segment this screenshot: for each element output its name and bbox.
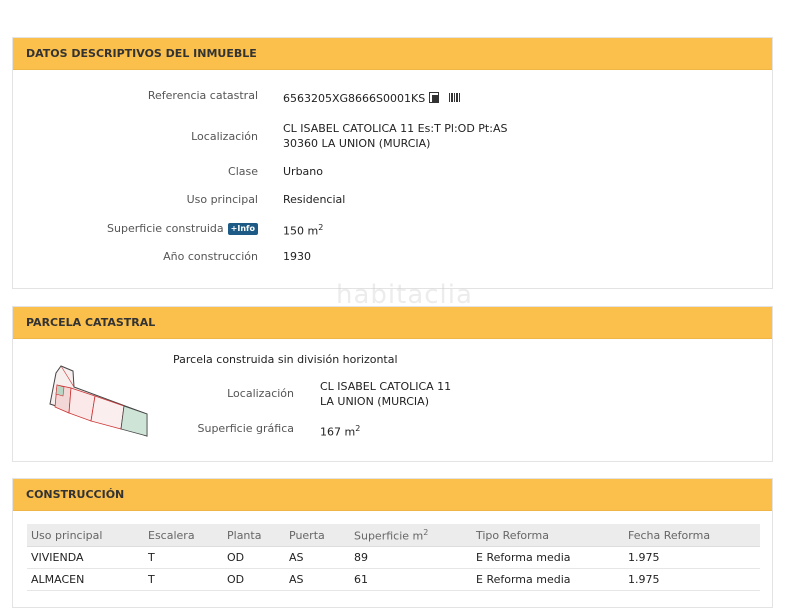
parcela-localizacion-label: Localización: [227, 387, 294, 400]
parcela-loc-line2: LA UNION (MURCIA): [320, 395, 429, 408]
localizacion-line1: CL ISABEL CATOLICA 11 Es:T Pl:OD Pt:AS: [283, 122, 508, 135]
table-row: VIVIENDA T OD AS 89 E Reforma media 1.97…: [27, 546, 760, 569]
cell-tipo-reforma: E Reforma media: [472, 546, 624, 569]
cell-tipo-reforma: E Reforma media: [472, 568, 624, 591]
col-puerta[interactable]: Puerta: [285, 524, 350, 547]
col-uso-principal[interactable]: Uso principal: [27, 524, 144, 547]
anio-value: 1930: [283, 250, 311, 263]
cell-escalera: T: [144, 546, 223, 569]
anio-label: Año construcción: [163, 250, 258, 263]
datos-descriptivos-panel: DATOS DESCRIPTIVOS DEL INMUEBLE Referenc…: [12, 37, 773, 289]
cell-uso: ALMACEN: [27, 568, 144, 591]
construccion-title: CONSTRUCCIÓN: [13, 479, 772, 511]
cell-escalera: T: [144, 568, 223, 591]
parcel-map[interactable]: [47, 363, 153, 438]
cell-uso: VIVIENDA: [27, 546, 144, 569]
parcela-superficie-label: Superficie gráfica: [197, 422, 295, 435]
referencia-value: 6563205XG8666S0001KS: [283, 92, 426, 105]
barcode-icon[interactable]: [449, 93, 461, 102]
cell-superficie: 89: [350, 546, 472, 569]
parcela-loc-line1: CL ISABEL CATOLICA 11: [320, 380, 452, 393]
parcela-panel: PARCELA CATASTRAL Parcela construida sin…: [12, 306, 773, 462]
cell-fecha-reforma: 1.975: [624, 546, 760, 569]
table-header-row: Uso principal Escalera Planta Puerta Sup…: [27, 524, 760, 547]
cell-superficie: 61: [350, 568, 472, 591]
superficie-unit-sup: 2: [318, 223, 324, 232]
parcela-superficie-value-row: 167 m2: [320, 421, 360, 440]
uso-principal-label: Uso principal: [186, 193, 258, 206]
col-fecha-reforma[interactable]: Fecha Reforma: [624, 524, 760, 547]
parcela-title: PARCELA CATASTRAL: [13, 307, 772, 339]
construccion-panel: CONSTRUCCIÓN Uso principal Escalera Plan…: [12, 478, 773, 608]
localizacion-label: Localización: [191, 130, 258, 143]
col-superficie-label: Superficie m: [354, 529, 424, 543]
parcela-localizacion-value: CL ISABEL CATOLICA 11 LA UNION (MURCIA): [320, 379, 451, 409]
col-tipo-reforma[interactable]: Tipo Reforma: [472, 524, 624, 547]
superficie-value-row: 150 m2: [283, 220, 323, 239]
col-escalera[interactable]: Escalera: [144, 524, 223, 547]
referencia-label: Referencia catastral: [147, 89, 258, 102]
localizacion-value: CL ISABEL CATOLICA 11 Es:T Pl:OD Pt:AS 3…: [283, 121, 507, 151]
superficie-value: 150 m: [283, 224, 319, 238]
superficie-label-row: Superficie construida +Info: [107, 222, 258, 235]
cell-puerta: AS: [285, 568, 350, 591]
cell-fecha-reforma: 1.975: [624, 568, 760, 591]
clase-value: Urbano: [283, 165, 323, 178]
cell-planta: OD: [223, 546, 285, 569]
col-superficie-sup: 2: [423, 527, 429, 537]
parcela-subtitle: Parcela construida sin división horizont…: [173, 353, 398, 366]
referencia-value-row: 6563205XG8666S0001KS: [283, 91, 461, 106]
cell-puerta: AS: [285, 546, 350, 569]
datos-descriptivos-title: DATOS DESCRIPTIVOS DEL INMUEBLE: [13, 38, 772, 70]
parcela-superficie-value: 167 m: [320, 425, 356, 439]
cell-planta: OD: [223, 568, 285, 591]
parcela-superficie-sup: 2: [355, 424, 361, 433]
col-planta[interactable]: Planta: [223, 524, 285, 547]
superficie-label: Superficie construida: [107, 222, 224, 235]
clase-label: Clase: [228, 165, 258, 178]
info-badge[interactable]: +Info: [227, 223, 258, 235]
col-superficie[interactable]: Superficie m2: [350, 524, 472, 547]
table-row: ALMACEN T OD AS 61 E Reforma media 1.975: [27, 568, 760, 591]
uso-principal-value: Residencial: [283, 193, 346, 206]
construccion-table: Uso principal Escalera Planta Puerta Sup…: [27, 524, 760, 591]
localizacion-line2: 30360 LA UNION (MURCIA): [283, 137, 431, 150]
copy-icon[interactable]: [429, 92, 440, 103]
